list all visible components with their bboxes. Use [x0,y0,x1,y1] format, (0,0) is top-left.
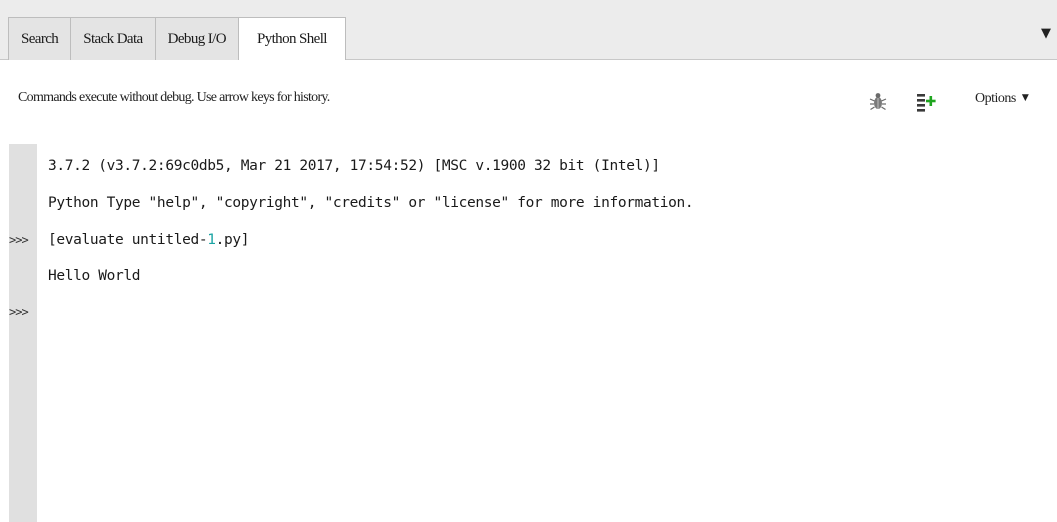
prompt-marker: >>> [9,233,29,247]
command-suffix: .py] [215,232,250,248]
tab-python-shell[interactable]: Python Shell [237,17,346,61]
command-line: [evaluate untitled-1.py] [48,230,249,250]
shell-hint-text: Commands execute without debug. Use arro… [18,90,330,105]
prompt-gutter [9,144,37,522]
bug-icon[interactable] [869,91,887,111]
python-shell-panel: Search Stack Data Debug I/O Python Shell… [0,0,1057,522]
tab-list: Search Stack Data Debug I/O Python Shell [8,17,346,61]
add-lines-icon[interactable] [916,92,936,112]
command-number: 1 [207,232,216,248]
options-label: Options [975,91,1016,106]
shell-console[interactable]: 3.7.2 (v3.7.2:69c0db5, Mar 21 2017, 17:5… [0,144,1057,522]
command-prefix: [evaluate untitled- [48,232,208,248]
tab-stack-data[interactable]: Stack Data [70,17,155,60]
prompt-marker-current[interactable]: >>> [9,302,29,322]
tab-debug-io[interactable]: Debug I/O [154,17,238,60]
shell-toolbar: Commands execute without debug. Use arro… [0,60,1057,144]
options-menu-button[interactable]: Options ▼ [975,91,1029,107]
banner-line-2: Python Type "help", "copyright", "credit… [48,195,694,211]
triangle-down-icon[interactable]: ▼ [1041,26,1051,41]
chevron-down-icon: ▼ [1021,93,1029,103]
tab-strip: Search Stack Data Debug I/O Python Shell… [0,0,1057,61]
banner-line-1: 3.7.2 (v3.7.2:69c0db5, Mar 21 2017, 17:5… [48,158,660,174]
tab-search[interactable]: Search [8,17,71,60]
output-line: Hello World [48,268,141,284]
